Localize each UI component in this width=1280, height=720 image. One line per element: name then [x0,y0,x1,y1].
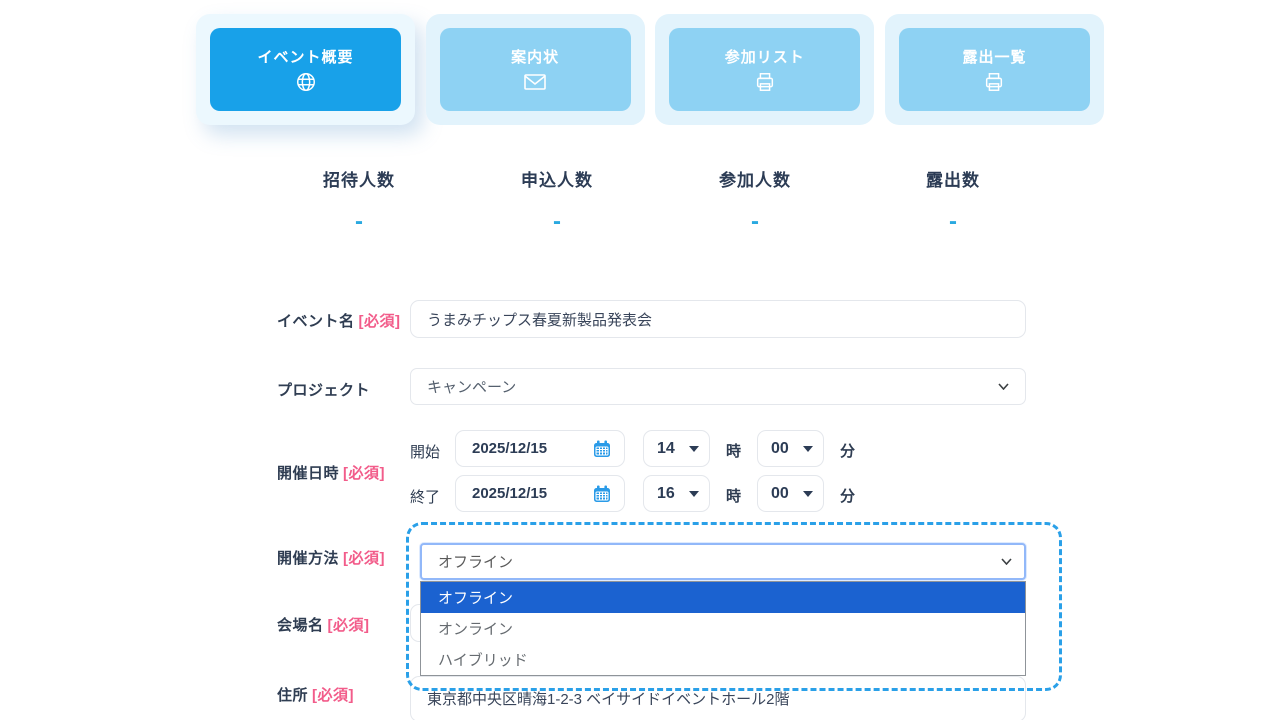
tab-invitation[interactable]: 案内状 [426,14,645,125]
caret-down-icon [803,446,813,452]
minute-unit: 分 [840,440,855,461]
start-hour-select[interactable]: 14 [643,430,710,467]
dropdown-option-hybrid[interactable]: ハイブリッド [421,644,1025,675]
required-badge: [必須] [359,313,401,330]
chevron-down-icon [1001,558,1012,565]
method-dropdown-list: オフライン オンライン ハイブリッド [420,581,1026,676]
tab-exposure-list-button[interactable]: 露出一覧 [899,28,1090,111]
required-badge: [必須] [328,617,370,634]
end-hour-select[interactable]: 16 [643,475,710,512]
calendar-icon [592,484,612,504]
required-badge: [必須] [343,550,385,567]
event-name-input[interactable] [410,300,1026,338]
stat-label: 参加人数 [656,166,854,191]
caret-down-icon [689,491,699,497]
tab-event-overview[interactable]: イベント概要 [196,14,415,125]
method-select[interactable]: オフライン [420,543,1026,580]
tab-participant-list-button[interactable]: 参加リスト [669,28,860,111]
stat-label: 招待人数 [260,166,458,191]
address-input[interactable]: 東京都中央区晴海1-2-3 ベイサイドイベントホール2階 [410,676,1026,720]
tab-invitation-button[interactable]: 案内状 [440,28,631,111]
end-date-value: 2025/12/15 [472,485,547,502]
minute-unit: 分 [840,485,855,506]
stat-invited: 招待人数 - [260,166,458,227]
tab-participant-list[interactable]: 参加リスト [655,14,874,125]
tab-label: 案内状 [511,46,559,67]
start-date-value: 2025/12/15 [472,440,547,457]
label-text: 会場名 [277,617,324,634]
tab-exposure-list[interactable]: 露出一覧 [885,14,1104,125]
stat-value: - [854,217,1052,227]
envelope-icon [523,70,547,94]
stat-applied: 申込人数 - [458,166,656,227]
label-text: 住所 [277,687,308,704]
hour-unit: 時 [726,440,741,461]
caret-down-icon [803,491,813,497]
venue-label: 会場名[必須] [277,614,370,635]
tab-event-overview-button[interactable]: イベント概要 [210,28,401,111]
printer-icon [982,70,1006,94]
start-date-picker[interactable]: 2025/12/15 [455,430,625,467]
hour-unit: 時 [726,485,741,506]
address-value: 東京都中央区晴海1-2-3 ベイサイドイベントホール2階 [427,688,790,709]
tab-label: 参加リスト [725,46,805,67]
end-minute-select[interactable]: 00 [757,475,824,512]
stat-value: - [260,217,458,227]
project-selected-value: キャンペーン [427,376,516,397]
label-text: 開催日時 [277,465,339,482]
end-label: 終了 [410,486,440,507]
dropdown-option-offline[interactable]: オフライン [421,582,1025,613]
stat-value: - [458,217,656,227]
datetime-label: 開催日時[必須] [277,462,385,483]
start-minute-select[interactable]: 00 [757,430,824,467]
tab-bar: イベント概要 案内状 参加リスト [196,14,1104,125]
required-badge: [必須] [312,687,354,704]
label-text: イベント名 [277,313,355,330]
stats-row: 招待人数 - 申込人数 - 参加人数 - 露出数 - [260,166,1052,227]
tab-label: イベント概要 [257,46,353,67]
chevron-down-icon [998,383,1009,390]
address-label: 住所[必須] [277,684,354,705]
end-hour-value: 16 [657,485,675,503]
end-date-picker[interactable]: 2025/12/15 [455,475,625,512]
stat-participants: 参加人数 - [656,166,854,227]
event-overview-page: イベント概要 案内状 参加リスト [0,0,1280,720]
stat-exposures: 露出数 - [854,166,1052,227]
tab-label: 露出一覧 [962,46,1026,67]
stat-label: 申込人数 [458,166,656,191]
project-label: プロジェクト [277,379,370,400]
event-name-label: イベント名[必須] [277,310,401,331]
stat-label: 露出数 [854,166,1052,191]
printer-icon [753,70,777,94]
calendar-icon [592,439,612,459]
start-label: 開始 [410,441,440,462]
method-label: 開催方法[必須] [277,547,385,568]
method-selected-value: オフライン [438,551,513,572]
label-text: 開催方法 [277,550,339,567]
dropdown-option-online[interactable]: オンライン [421,613,1025,644]
stat-value: - [656,217,854,227]
globe-icon [294,70,318,94]
start-hour-value: 14 [657,440,675,458]
caret-down-icon [689,446,699,452]
end-minute-value: 00 [771,485,789,503]
required-badge: [必須] [343,465,385,482]
start-minute-value: 00 [771,440,789,458]
project-select[interactable]: キャンペーン [410,368,1026,405]
